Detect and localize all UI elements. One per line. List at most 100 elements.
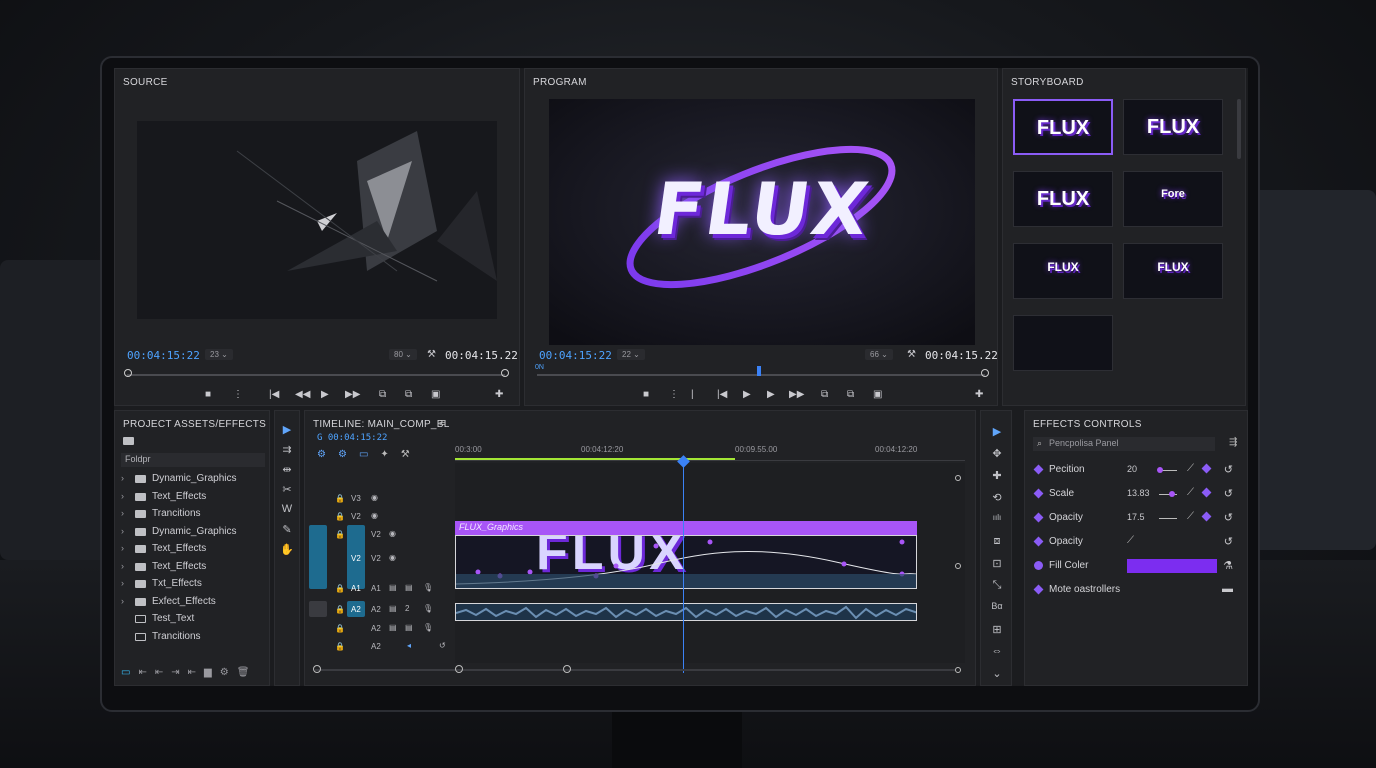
folder-icon[interactable]: ▬	[1222, 583, 1233, 595]
add-keyframe-icon[interactable]	[1201, 487, 1212, 498]
video-clip[interactable]: FLUX	[455, 535, 917, 589]
step-to-start-icon[interactable]: |◀	[269, 389, 279, 400]
chevron-right-icon[interactable]: ›	[121, 578, 124, 588]
program-scrub-out-handle[interactable]	[981, 369, 989, 377]
hand-icon[interactable]: ✋	[278, 543, 296, 556]
chevron-right-icon[interactable]: ›	[121, 561, 124, 571]
icon-view-icon[interactable]: ⇤	[155, 667, 171, 678]
selection-tool-icon[interactable]: ▶	[278, 423, 296, 436]
add-keyframe-icon[interactable]	[1201, 511, 1212, 522]
source-zoom-select[interactable]: 23 ⌄	[205, 349, 233, 360]
hscroll-range-end[interactable]	[563, 665, 571, 673]
more-icon[interactable]: ⋮	[233, 389, 243, 400]
overwrite-icon[interactable]: ⧉	[405, 389, 412, 400]
chevron-right-icon[interactable]: ›	[121, 543, 124, 553]
program-zoom-select[interactable]: 22 ⌄	[617, 349, 645, 360]
tree-item-file[interactable]: Test_Text	[115, 611, 265, 628]
mask-tool-icon[interactable]: ⧈	[988, 535, 1006, 548]
eye-icon[interactable]: ◉	[389, 553, 396, 562]
program-scrubber[interactable]	[537, 374, 985, 376]
tree-item-folder[interactable]: › Dynamic_Graphics	[115, 471, 265, 488]
track-select-icon[interactable]: ⇉	[278, 443, 296, 456]
effect-row-position[interactable]: Pecition 20 ⟋ ↺	[1033, 461, 1237, 481]
playhead-line[interactable]	[683, 459, 684, 673]
chevron-right-icon[interactable]: ›	[121, 596, 124, 606]
lift-icon[interactable]: ⧉	[821, 389, 828, 400]
mute-icon[interactable]: ▤	[389, 604, 397, 613]
keyframe-diamond-icon[interactable]	[1033, 584, 1044, 595]
source-scrub-in-handle[interactable]	[124, 369, 132, 377]
list-view-icon[interactable]: ⇤	[138, 667, 154, 678]
wrench-icon[interactable]: ⚒	[427, 349, 436, 360]
effects-search-input[interactable]: Pencpolisa Panel	[1033, 437, 1215, 451]
sort-icon[interactable]: ⇤	[188, 667, 204, 678]
keyframe-diamond-icon[interactable]	[1033, 488, 1044, 499]
eye-icon[interactable]: ◉	[389, 529, 396, 538]
tree-item-folder[interactable]: › Text_Effects	[115, 489, 265, 506]
snap-icon[interactable]: ⚙	[317, 449, 338, 460]
chevron-right-icon[interactable]: ›	[121, 473, 124, 483]
settings-icon[interactable]: ✦	[380, 449, 400, 460]
mute-icon[interactable]: ▤	[389, 623, 397, 632]
keyframe-diamond-icon[interactable]	[1033, 512, 1044, 523]
step-forward-icon[interactable]: ▶▶	[789, 389, 804, 400]
effect-row-fill-color[interactable]: Fill Coler ⚗	[1033, 557, 1237, 577]
folder-search-input[interactable]: Foldpr	[121, 453, 265, 467]
work-area-bar[interactable]	[455, 458, 735, 460]
lock-icon[interactable]: 🔒	[335, 512, 345, 521]
pen-icon[interactable]: ✎	[278, 523, 296, 536]
effect-row-scale[interactable]: Scale 13.83 ⟋ ↺	[1033, 485, 1237, 505]
extract-icon[interactable]: ⧉	[847, 389, 854, 400]
effect-row-opacity-2[interactable]: Opacity ⟋ ↺	[1033, 533, 1237, 553]
curve-icon[interactable]: ⟋	[1187, 463, 1194, 474]
storyboard-thumb[interactable]: FLUX	[1013, 99, 1113, 155]
linked-selection-icon[interactable]: ⚙	[338, 449, 359, 460]
tree-item-folder[interactable]: › Text_Effects	[115, 559, 265, 576]
storyboard-scrollbar[interactable]	[1237, 99, 1241, 159]
source-scrub-out-handle[interactable]	[501, 369, 509, 377]
lock-icon[interactable]: 🔒	[335, 494, 345, 503]
timeline-ruler[interactable]: 00:3:00 00:04:12:20 00:09.55.00 00:04:12…	[455, 441, 965, 461]
program-viewer[interactable]: FLUX	[549, 99, 975, 345]
chevron-right-icon[interactable]: ›	[121, 508, 124, 518]
export-frame-icon[interactable]: ▣	[431, 389, 440, 400]
reset-icon[interactable]: ↺	[1224, 535, 1233, 548]
source-quality-select[interactable]: 80 ⌄	[389, 349, 417, 360]
loop-icon[interactable]: ↺	[439, 641, 446, 650]
waveform-tool-icon[interactable]: ıılı	[988, 513, 1006, 522]
storyboard-thumb[interactable]: Fore	[1123, 171, 1223, 227]
eyedropper-icon[interactable]: ⚗	[1223, 559, 1233, 572]
storyboard-thumb[interactable]	[1013, 315, 1113, 371]
curve-icon[interactable]: ⟋	[1127, 535, 1134, 546]
vscroll-bottom-handle[interactable]	[955, 667, 961, 673]
scale-tool-icon[interactable]: ⤡	[988, 579, 1006, 592]
move-tool-icon[interactable]: ✥	[988, 447, 1006, 460]
fill-color-swatch[interactable]	[1127, 559, 1217, 573]
eye-icon[interactable]: ◉	[371, 511, 378, 520]
stop-icon[interactable]: ■	[205, 389, 211, 400]
storyboard-thumb[interactable]: FLUX	[1123, 243, 1223, 299]
crop-tool-icon[interactable]: ⊡	[988, 557, 1006, 570]
source-viewer[interactable]	[137, 121, 497, 319]
step-forward-icon[interactable]: ▶▶	[345, 389, 360, 400]
slider-knob[interactable]	[1157, 467, 1163, 473]
add-keyframe-icon[interactable]	[1201, 463, 1212, 474]
voice-icon[interactable]: ◂	[407, 641, 411, 650]
effect-value[interactable]: 13.83	[1127, 488, 1150, 498]
keyframe-diamond-icon[interactable]	[1033, 464, 1044, 475]
slip-icon[interactable]: W	[278, 503, 296, 515]
panel-options-icon[interactable]: ⇶	[1229, 437, 1237, 448]
trash-icon[interactable]: 🗑	[237, 667, 258, 678]
chevron-down-icon[interactable]: ⌄	[988, 667, 1006, 680]
eye-icon[interactable]: ◉	[371, 493, 378, 502]
pointer-tool-icon[interactable]: ▶	[988, 425, 1006, 438]
timeline-hscrollbar[interactable]	[315, 669, 955, 671]
rotate-tool-icon[interactable]: ⟲	[988, 491, 1006, 504]
tree-item-folder[interactable]: › Exfect_Effects	[115, 594, 265, 611]
razor-icon[interactable]: ✂	[278, 483, 296, 496]
curve-icon[interactable]: ⟋	[1187, 487, 1194, 498]
play-icon[interactable]: ▶	[321, 389, 329, 400]
solo-icon[interactable]: 2	[405, 604, 409, 613]
timeline-menu-icon[interactable]: ≡	[439, 417, 445, 429]
mic-icon[interactable]: 🎙	[423, 604, 433, 613]
